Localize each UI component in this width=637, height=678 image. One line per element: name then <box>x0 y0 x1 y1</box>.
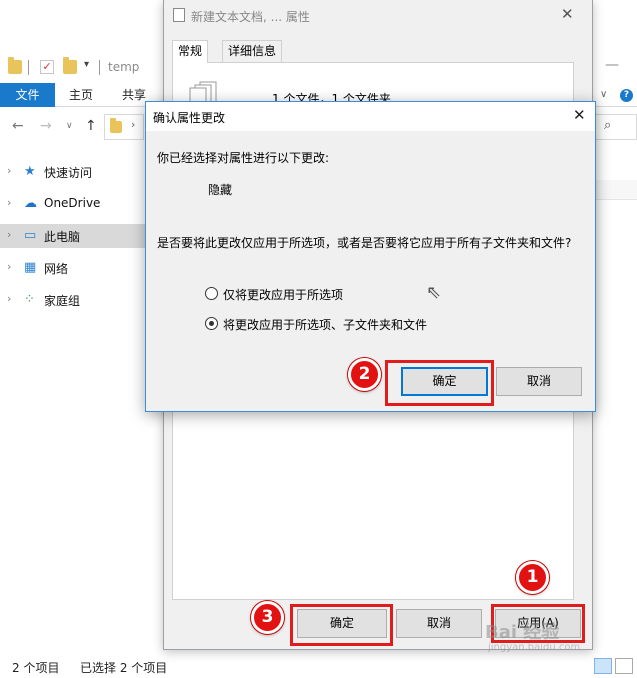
tab-share[interactable]: 共享 <box>122 83 146 107</box>
expand-icon[interactable]: › <box>7 164 11 177</box>
homegroup-icon: ⁘ <box>24 292 35 307</box>
expand-ribbon-icon[interactable]: ∨ <box>600 89 607 100</box>
radio-label-selected-only[interactable]: 仅将更改应用于所选项 <box>223 286 343 303</box>
mouse-cursor-icon: ⇖ <box>426 282 442 303</box>
tab-general[interactable]: 常规 <box>172 40 209 63</box>
search-icon[interactable]: ⌕ <box>604 118 611 133</box>
confirm-dialog-title: 确认属性更改 <box>153 111 226 125</box>
recent-locations-icon[interactable]: ∨ <box>66 121 73 131</box>
properties-dialog-title: 新建文本文档, ... 属性 <box>191 10 310 24</box>
expand-icon[interactable]: › <box>7 260 11 273</box>
sidebar-item-this-pc[interactable]: › ▭ 此电脑 <box>0 224 163 248</box>
large-icons-view-icon[interactable] <box>615 658 633 674</box>
confirm-cancel-button[interactable]: 取消 <box>496 367 582 396</box>
tab-home[interactable]: 主页 <box>69 83 93 107</box>
details-view-icon[interactable] <box>594 658 612 674</box>
step-2-badge: 2 <box>348 358 381 391</box>
radio-apply-selected-only[interactable] <box>205 287 218 300</box>
new-folder-icon[interactable] <box>63 57 77 74</box>
radio-apply-all[interactable] <box>205 317 218 330</box>
toolbar-separator <box>99 60 100 75</box>
status-item-count: 2 个项目 <box>12 661 60 675</box>
confirm-ok-button[interactable]: 确定 <box>401 367 488 396</box>
ok-button[interactable]: 确定 <box>297 609 387 638</box>
confirm-question-text: 是否要将此更改仅应用于所选项，或者是否要将它应用于所有子文件夹和文件? <box>157 236 572 250</box>
expand-icon[interactable]: › <box>7 292 11 305</box>
expand-icon[interactable]: › <box>7 196 11 209</box>
sidebar-item-network[interactable]: › ▦ 网络 <box>0 256 160 280</box>
tab-details[interactable]: 详细信息 <box>222 40 283 62</box>
expand-icon[interactable]: › <box>7 228 11 241</box>
help-icon[interactable]: ? <box>620 89 633 102</box>
watermark-url: jingyan.baidu.com <box>488 642 581 653</box>
sidebar-item-label: 此电脑 <box>44 230 81 244</box>
cloud-icon: ☁ <box>24 196 37 211</box>
cancel-button[interactable]: 取消 <box>396 609 482 638</box>
sidebar-item-quick-access[interactable]: › ★ 快速访问 <box>0 160 160 184</box>
attribute-change-text: 隐藏 <box>208 183 233 197</box>
toolbar-separator <box>28 60 29 75</box>
sidebar-item-onedrive[interactable]: › ☁ OneDrive <box>0 192 160 216</box>
properties-icon[interactable]: ✓ <box>40 60 54 74</box>
folder-icon <box>8 57 22 74</box>
sidebar-item-label: 家庭组 <box>44 294 81 308</box>
forward-icon[interactable]: → <box>40 118 52 134</box>
minimize-icon[interactable]: — <box>605 57 619 73</box>
watermark: Bai 经验 <box>485 622 560 643</box>
breadcrumb-chevron-icon[interactable]: › <box>131 118 135 131</box>
sidebar-item-label: 快速访问 <box>44 166 93 180</box>
tab-file[interactable]: 文件 <box>0 83 55 107</box>
address-bar[interactable]: › <box>104 114 144 140</box>
search-input[interactable] <box>595 114 637 140</box>
back-icon[interactable]: ← <box>12 118 24 134</box>
close-icon[interactable]: ✕ <box>561 5 574 23</box>
explorer-window-title: temp <box>108 60 140 74</box>
network-icon: ▦ <box>24 260 37 275</box>
up-icon[interactable]: ↑ <box>85 118 97 134</box>
computer-icon: ▭ <box>24 228 37 243</box>
customize-quick-access-icon[interactable]: ▾ <box>84 59 89 70</box>
step-3-badge: 3 <box>251 601 284 634</box>
document-icon <box>173 8 185 22</box>
star-icon: ★ <box>24 164 36 179</box>
step-1-badge: 1 <box>516 561 549 594</box>
confirm-intro-text: 你已经选择对属性进行以下更改: <box>157 151 330 165</box>
close-icon[interactable]: ✕ <box>573 106 586 124</box>
sidebar-item-label: OneDrive <box>44 196 101 210</box>
radio-label-apply-all[interactable]: 将更改应用于所选项、子文件夹和文件 <box>223 316 427 333</box>
sidebar-item-homegroup[interactable]: › ⁘ 家庭组 <box>0 288 160 312</box>
status-selected-count: 已选择 2 个项目 <box>80 661 168 675</box>
sidebar-item-label: 网络 <box>44 262 69 276</box>
folder-icon <box>110 118 122 133</box>
